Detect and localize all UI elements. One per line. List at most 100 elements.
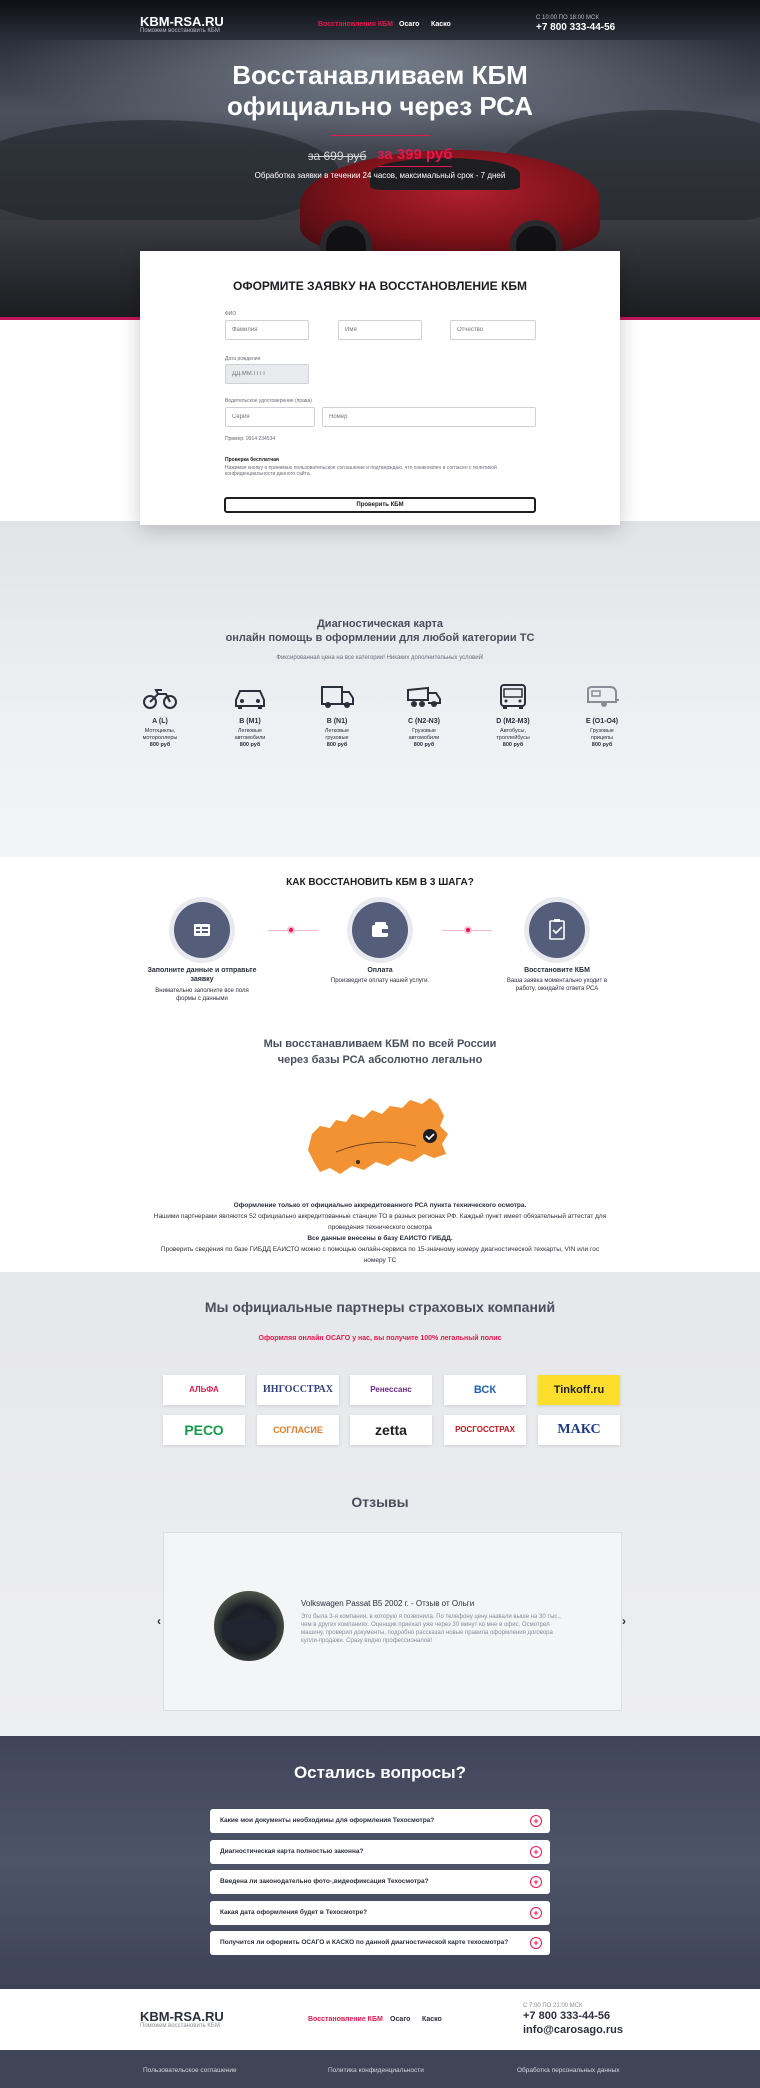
- link-user-agreement[interactable]: Пользовательское соглашение: [143, 2067, 237, 2074]
- faq-item[interactable]: Какие мои документы необходимы для оформ…: [210, 1809, 550, 1833]
- category-desc: троллейбусы: [496, 735, 530, 741]
- category-item[interactable]: D (M2-M3) Автобусы, троллейбусы 800 руб: [481, 684, 545, 749]
- category-price: 800 руб: [502, 742, 524, 748]
- faq-question: Диагностическая карта полностью законна?: [220, 1847, 364, 1855]
- check-kbm-button[interactable]: Проверить КБМ: [224, 497, 536, 513]
- category-desc: Грузовые: [412, 728, 436, 734]
- diagnostic-subtitle: Фиксированная цена на все категории! Ник…: [276, 655, 484, 661]
- russia-bold-1: Оформление только от официально аккредит…: [233, 1202, 527, 1209]
- hero-title-line2: официально через РСА: [227, 91, 533, 121]
- nav-kbm[interactable]: Восстановления КБМ: [318, 21, 393, 28]
- plus-icon[interactable]: +: [530, 1876, 542, 1888]
- partner-logo-zetta: zetta: [350, 1415, 432, 1445]
- category-item[interactable]: B (N1) Легковые грузовые 800 руб: [305, 684, 369, 749]
- partners-subtitle: Оформляя онлайн ОСАГО у нас, вы получите…: [258, 1335, 502, 1342]
- footer-logo[interactable]: KBM-RSA.RU: [140, 2009, 224, 2024]
- trailer-icon: [584, 684, 620, 710]
- step-1-desc-line1: Внимательно заполните все поля: [155, 988, 249, 994]
- title-divider: [330, 135, 430, 136]
- category-item[interactable]: C (N2-N3) Грузовые автомобили 800 руб: [392, 684, 456, 749]
- faq-question: Введена ли законодательно фото-,видеофик…: [220, 1878, 429, 1885]
- faq-item[interactable]: Какая дата оформления будет в Техосмотре…: [210, 1900, 550, 1925]
- category-item[interactable]: E (O1-O4) Грузовые прицепы 800 руб: [570, 684, 634, 749]
- category-desc: Легковые: [324, 728, 350, 734]
- partner-logo-ingosstrakh: ИНГОССТРАХ: [257, 1375, 339, 1405]
- plus-icon[interactable]: +: [530, 1815, 542, 1827]
- footer-nav-kbm[interactable]: Восстановление КБМ: [308, 2016, 383, 2023]
- diagnostic-title-line2: онлайн помощь в оформлении для любой кат…: [225, 632, 535, 644]
- category-name: C (N2-N3): [408, 718, 440, 725]
- diagnostic-title-line1: Диагностическая карта: [316, 618, 444, 630]
- footer-phone[interactable]: +7 800 333-44-56: [523, 2010, 610, 2022]
- step-1-title-line2: заявку: [190, 976, 214, 983]
- footer-nav-kasko[interactable]: Каско: [422, 2016, 442, 2023]
- step-1-desc: Внимательно заполните все поля формы с да…: [137, 987, 267, 1003]
- plus-icon[interactable]: +: [530, 1906, 542, 1919]
- wallet-icon: [372, 922, 388, 937]
- partner-logo-maks: МАКС: [538, 1415, 620, 1445]
- russia-title-line2: через базы РСА абсолютно легально: [277, 1054, 483, 1066]
- step-1-desc-line2: формы с данными: [176, 996, 228, 1002]
- bus-icon: [495, 684, 531, 710]
- step-3-desc-line1: Ваша заявка моментально уходит в: [506, 978, 608, 984]
- fio-label: ФИО: [225, 311, 237, 317]
- plus-icon[interactable]: +: [530, 1845, 542, 1858]
- patronymic-input[interactable]: [450, 320, 536, 340]
- site-logo[interactable]: KBM-RSA.RU: [140, 14, 224, 29]
- footer-bottom-bar: Пользовательское соглашение Политика кон…: [0, 2050, 760, 2088]
- step-3-circle: [529, 902, 585, 958]
- name-input[interactable]: [338, 320, 422, 340]
- category-item[interactable]: B (M1) Легковые автомобили 800 руб: [218, 684, 282, 749]
- price-old: за 699 руб: [308, 149, 367, 163]
- faq-item[interactable]: Получится ли оформить ОСАГО и КАСКО по д…: [210, 1931, 550, 1955]
- partner-logo-renaissance: Ренессанс страхование: [350, 1375, 432, 1424]
- russia-bold-2: Все данные внесены в базу ЕАИСТО ГИБДД.: [307, 1235, 453, 1242]
- form-title: ОФОРМИТЕ ЗАЯВКУ НА ВОССТАНОВЛЕНИЕ КБМ: [233, 279, 527, 293]
- car-icon: [232, 684, 268, 710]
- review-next-arrow[interactable]: ›: [622, 1614, 626, 1628]
- surname-input[interactable]: [225, 320, 309, 340]
- category-price: 800 руб: [239, 742, 261, 748]
- license-number-input[interactable]: [322, 407, 536, 427]
- avatar-car: [222, 1619, 276, 1641]
- step-connector-dot: [464, 926, 472, 934]
- category-name: B (M1): [239, 718, 261, 725]
- header-phone[interactable]: +7 800 333-44-56: [536, 22, 615, 33]
- price-new: за 399 руб: [377, 146, 453, 163]
- category-name: D (M2-M3): [496, 718, 530, 725]
- nav-kasko[interactable]: Каско: [431, 21, 451, 28]
- review-heading: Volkswagen Passat B5 2002 г. - Отзыв от …: [301, 1599, 475, 1608]
- license-label: Водительское удостоверение (права): [225, 398, 312, 404]
- link-personal-data[interactable]: Обработка персональных данных: [517, 2067, 620, 2074]
- footer-logo-subtitle: Поможем восстановить КБМ: [140, 2023, 220, 2029]
- review-card: Volkswagen Passat B5 2002 г. - Отзыв от …: [163, 1532, 622, 1711]
- price-underline: [378, 166, 452, 167]
- faq-question: Получится ли оформить ОСАГО и КАСКО по д…: [220, 1939, 509, 1946]
- faq-item[interactable]: Диагностическая карта полностью законна?…: [210, 1839, 550, 1864]
- review-prev-arrow[interactable]: ‹: [157, 1614, 161, 1628]
- footer-hours: С 7:00 ПО 21:00 МСК: [523, 2003, 583, 2009]
- partner-logo-soglasie: СОГЛАСИЕ: [257, 1415, 339, 1445]
- faq-title: Остались вопросы?: [293, 1763, 467, 1782]
- step-2-title: Оплата: [367, 967, 393, 974]
- footer-email[interactable]: info@carosago.rus: [523, 2024, 623, 2036]
- category-desc: автомобили: [408, 735, 440, 741]
- form-icon: [194, 924, 210, 936]
- partner-logo-reso: РЕСО: [163, 1415, 245, 1445]
- birth-label: Дата рождения: [225, 356, 261, 362]
- birth-date-input[interactable]: [225, 364, 309, 384]
- license-series-input[interactable]: [225, 407, 315, 427]
- link-privacy-policy[interactable]: Политика конфиденциальности: [328, 2067, 424, 2074]
- diagnostic-section-bg: [0, 521, 760, 857]
- footer-nav-osago[interactable]: Осаго: [390, 2016, 410, 2023]
- motorcycle-icon: [142, 684, 178, 710]
- steps-title: КАК ВОССТАНОВИТЬ КБМ В 3 ШАГА?: [286, 877, 474, 888]
- nav-osago[interactable]: Осаго: [399, 21, 419, 28]
- category-name: E (O1-O4): [585, 718, 619, 725]
- plus-icon[interactable]: +: [530, 1937, 542, 1949]
- category-item[interactable]: A (L) Мотоциклы, мотороллеры 800 руб: [128, 684, 192, 749]
- step-1-title-line1: Заполните данные и отправьте: [147, 967, 257, 974]
- category-desc: автомобили: [234, 735, 266, 741]
- category-desc: грузовые: [325, 735, 349, 741]
- faq-item[interactable]: Введена ли законодательно фото-,видеофик…: [210, 1870, 550, 1894]
